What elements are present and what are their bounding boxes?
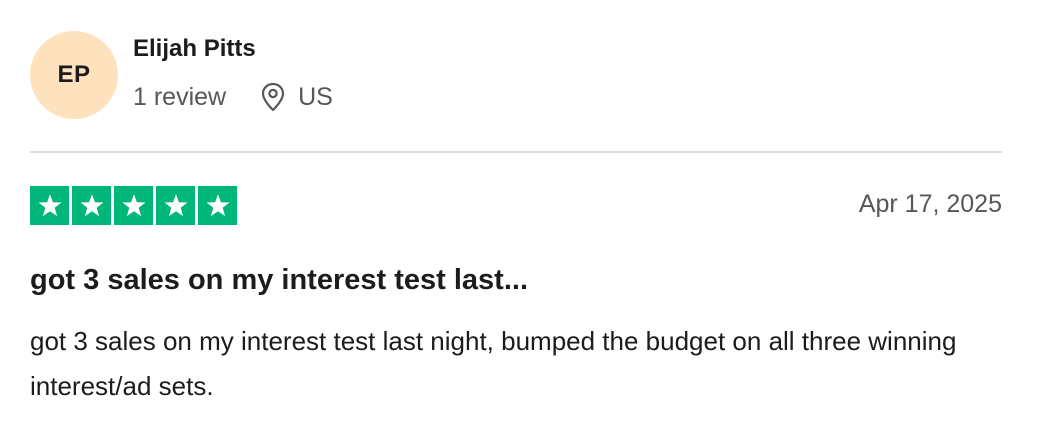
- star-icon: [72, 186, 111, 225]
- review-count: 1 review: [133, 83, 227, 111]
- avatar-initials: EP: [57, 61, 91, 88]
- reviewer-meta: 1 review US: [133, 82, 333, 112]
- review-body: got 3 sales on my interest test last nig…: [30, 326, 957, 401]
- reviewer-location: US: [260, 82, 333, 112]
- location-label: US: [298, 83, 333, 111]
- divider: [30, 151, 1002, 153]
- star-icon: [156, 186, 195, 225]
- reviewer-header: EP Elijah Pitts 1 review US: [30, 30, 333, 120]
- reviewer-name[interactable]: Elijah Pitts: [133, 34, 333, 64]
- star-icon: [114, 186, 153, 225]
- avatar[interactable]: EP: [30, 31, 118, 119]
- review-date: Apr 17, 2025: [858, 190, 1002, 218]
- map-pin-icon: [260, 82, 286, 112]
- reviewer-info: Elijah Pitts 1 review US: [133, 35, 333, 112]
- star-rating: [30, 186, 237, 225]
- review-title[interactable]: got 3 sales on my interest test last...: [30, 262, 528, 298]
- star-icon: [198, 186, 237, 225]
- star-icon: [30, 186, 69, 225]
- review-card: EP Elijah Pitts 1 review US Apr 17, 2025…: [30, 0, 1002, 432]
